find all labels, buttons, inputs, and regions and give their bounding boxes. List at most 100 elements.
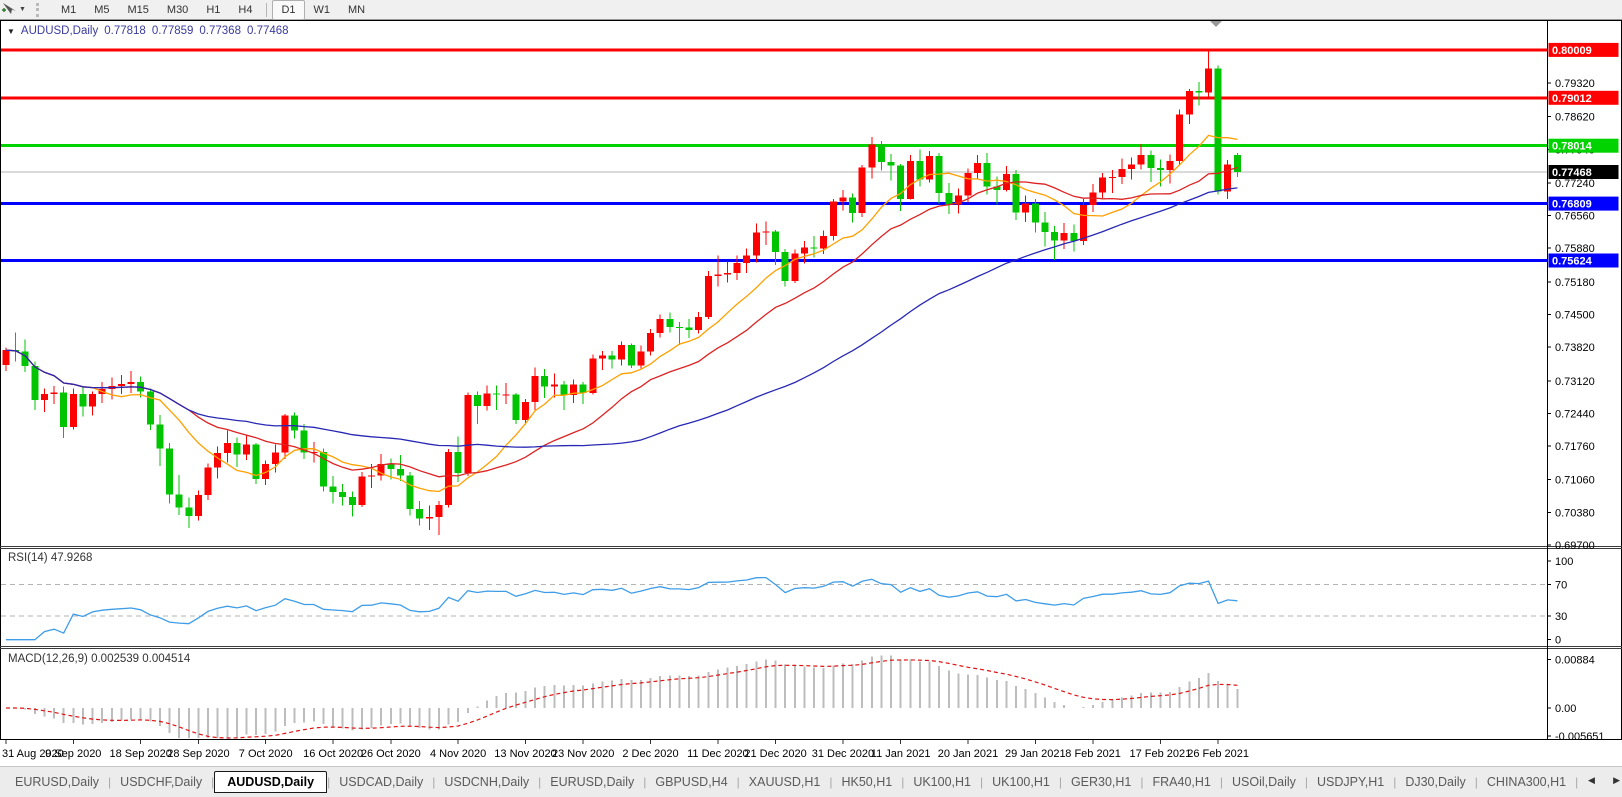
svg-text:7 Oct 2020: 7 Oct 2020 xyxy=(239,748,293,760)
tab-scroll-arrows: ◀ ▶ xyxy=(1588,775,1620,786)
svg-text:0.80009: 0.80009 xyxy=(1552,45,1592,57)
timeframe-button-M30[interactable]: M30 xyxy=(158,0,197,20)
svg-text:100: 100 xyxy=(1555,556,1573,568)
svg-text:0.73820: 0.73820 xyxy=(1555,342,1595,354)
svg-text:70: 70 xyxy=(1555,580,1567,592)
svg-text:0.75624: 0.75624 xyxy=(1552,256,1593,268)
tab-usdcad-daily[interactable]: USDCAD,Daily xyxy=(330,772,432,792)
timeframe-button-W1[interactable]: W1 xyxy=(305,0,340,20)
tab-uk100-h1[interactable]: UK100,H1 xyxy=(983,772,1059,792)
tab-usdcnh-daily[interactable]: USDCNH,Daily xyxy=(435,772,538,792)
svg-text:0.78014: 0.78014 xyxy=(1552,141,1593,153)
timeframe-button-D1[interactable]: D1 xyxy=(272,0,305,20)
svg-text:20 Jan 2021: 20 Jan 2021 xyxy=(938,748,999,760)
ohlc-high: 0.77859 xyxy=(151,25,194,37)
svg-text:2 Dec 2020: 2 Dec 2020 xyxy=(622,748,678,760)
toolbar-grip-handle[interactable] xyxy=(35,2,44,17)
price-badge-0.80009: 0.80009 xyxy=(1548,42,1619,57)
tab-fra40-h1[interactable]: FRA40,H1 xyxy=(1144,772,1220,792)
tab-gbpusd-h4[interactable]: GBPUSD,H4 xyxy=(646,772,736,792)
svg-text:0: 0 xyxy=(1555,635,1561,647)
svg-text:0.73120: 0.73120 xyxy=(1555,376,1595,388)
symbol-tabs: EURUSD,Daily | USDCHF,Daily | AUDUSD,Daily | U… xyxy=(6,770,1588,794)
svg-text:18 Sep 2020: 18 Sep 2020 xyxy=(110,748,172,760)
timeframe-button-H4[interactable]: H4 xyxy=(229,0,261,20)
crosshair-cursor-icon[interactable] xyxy=(1,2,17,18)
tab-eurusd-daily[interactable]: EURUSD,Daily xyxy=(6,772,108,792)
tab-dj30-daily[interactable]: DJ30,Daily xyxy=(1396,772,1474,792)
svg-text:16 Oct 2020: 16 Oct 2020 xyxy=(303,748,363,760)
svg-text:26 Oct 2020: 26 Oct 2020 xyxy=(361,748,421,760)
svg-text:0.69700: 0.69700 xyxy=(1555,540,1595,552)
svg-text:0.71760: 0.71760 xyxy=(1555,441,1595,453)
ohlc-open: 0.77818 xyxy=(104,25,146,37)
svg-text:11 Dec 2020: 11 Dec 2020 xyxy=(687,748,749,760)
svg-text:0.76560: 0.76560 xyxy=(1555,211,1595,223)
ohlc-close: 0.77468 xyxy=(246,25,289,37)
toolbar-separator xyxy=(266,2,268,17)
timeframe-button-M5[interactable]: M5 xyxy=(85,0,118,20)
svg-text:8 Feb 2021: 8 Feb 2021 xyxy=(1065,748,1121,760)
svg-text:0.75880: 0.75880 xyxy=(1555,243,1595,255)
price-badge-0.78014: 0.78014 xyxy=(1548,138,1619,153)
svg-text:0.79012: 0.79012 xyxy=(1552,93,1592,105)
price-badge-0.75624: 0.75624 xyxy=(1548,253,1619,268)
tab-eurusd-daily[interactable]: EURUSD,Daily xyxy=(541,772,643,792)
macd-label: MACD(12,26,9) 0.002539 0.004514 xyxy=(8,653,191,665)
svg-text:0.00884: 0.00884 xyxy=(1555,654,1595,666)
top-toolbar: ▼ M1 M5 M15 M30 H1 H4 D1 W1 MN xyxy=(0,0,1622,20)
svg-text:0.77240: 0.77240 xyxy=(1555,178,1595,190)
right-triangle-icon[interactable]: ▶ xyxy=(1613,775,1620,786)
svg-text:0.79320: 0.79320 xyxy=(1555,78,1595,90)
tool-dropdown-caret-icon[interactable]: ▼ xyxy=(19,6,26,13)
svg-text:9 Sep 2020: 9 Sep 2020 xyxy=(45,748,101,760)
svg-text:29 Jan 2021: 29 Jan 2021 xyxy=(1005,748,1066,760)
svg-text:11 Jan 2021: 11 Jan 2021 xyxy=(871,748,931,760)
left-triangle-icon[interactable]: ◀ xyxy=(1588,775,1595,786)
svg-text:0.77468: 0.77468 xyxy=(1552,167,1592,179)
svg-text:26 Feb 2021: 26 Feb 2021 xyxy=(1187,748,1249,760)
svg-text:0.74500: 0.74500 xyxy=(1555,310,1595,322)
tab-china300-h1[interactable]: CHINA300,H1 xyxy=(1478,772,1575,792)
tab-usoil-daily[interactable]: USOil,Daily xyxy=(1223,772,1305,792)
svg-text:0.71060: 0.71060 xyxy=(1555,475,1595,487)
svg-text:21 Dec 2020: 21 Dec 2020 xyxy=(744,748,806,760)
chart-background xyxy=(0,20,1622,766)
svg-text:0.75180: 0.75180 xyxy=(1555,277,1595,289)
timeframe-button-MN[interactable]: MN xyxy=(339,0,374,20)
timeframe-button-H1[interactable]: H1 xyxy=(197,0,229,20)
symbol-dropdown-icon[interactable]: ▼ xyxy=(7,27,15,36)
svg-text:23 Nov 2020: 23 Nov 2020 xyxy=(552,748,614,760)
rsi-label: RSI(14) 47.9268 xyxy=(8,552,92,564)
svg-text:0.70380: 0.70380 xyxy=(1555,507,1595,519)
svg-text:13 Nov 2020: 13 Nov 2020 xyxy=(494,748,556,760)
tab-usoil-h1[interactable]: USOil,H1 xyxy=(1578,772,1588,792)
svg-text:0.00: 0.00 xyxy=(1555,703,1576,715)
symbol-label: AUDUSD,Daily xyxy=(20,25,99,37)
tab-uk100-h1[interactable]: UK100,H1 xyxy=(904,772,980,792)
tab-audusd-daily[interactable]: AUDUSD,Daily xyxy=(214,771,328,793)
svg-text:0.72440: 0.72440 xyxy=(1555,409,1595,421)
chart-symbol-ohlc-line: ▼ AUDUSD,Daily 0.77818 0.77859 0.77368 0… xyxy=(7,25,295,37)
svg-text:17 Feb 2021: 17 Feb 2021 xyxy=(1130,748,1192,760)
tab-hk50-h1[interactable]: HK50,H1 xyxy=(832,772,901,792)
tab-usdjpy-h1[interactable]: USDJPY,H1 xyxy=(1308,772,1393,792)
timeframe-button-M15[interactable]: M15 xyxy=(119,0,158,20)
svg-text:4 Nov 2020: 4 Nov 2020 xyxy=(430,748,486,760)
chart-window[interactable]: 0.793200.786200.779400.772400.765600.758… xyxy=(0,20,1622,766)
symbol-tab-bar: EURUSD,Daily | USDCHF,Daily | AUDUSD,Daily | U… xyxy=(0,766,1622,797)
ohlc-low: 0.77368 xyxy=(199,25,241,37)
svg-text:30: 30 xyxy=(1555,611,1567,623)
tab-ger30-h1[interactable]: GER30,H1 xyxy=(1062,772,1140,792)
timeframe-button-M1[interactable]: M1 xyxy=(52,0,85,20)
current-price-badge: 0.77468 xyxy=(1548,165,1619,179)
svg-text:0.76809: 0.76809 xyxy=(1552,199,1592,211)
timeframe-buttons: M1 M5 M15 M30 H1 H4 D1 W1 MN xyxy=(52,0,374,20)
price-badge-0.76809: 0.76809 xyxy=(1548,196,1619,211)
date-axis: 31 Aug 20209 Sep 2020 18 Sep 202028 Sep 2… xyxy=(0,740,1622,766)
price-badge-0.79012: 0.79012 xyxy=(1548,90,1619,105)
svg-text:28 Sep 2020: 28 Sep 2020 xyxy=(167,748,229,760)
tab-xauusd-h1[interactable]: XAUUSD,H1 xyxy=(740,772,830,792)
tab-usdchf-daily[interactable]: USDCHF,Daily xyxy=(111,772,211,792)
svg-text:0.78620: 0.78620 xyxy=(1555,112,1595,124)
